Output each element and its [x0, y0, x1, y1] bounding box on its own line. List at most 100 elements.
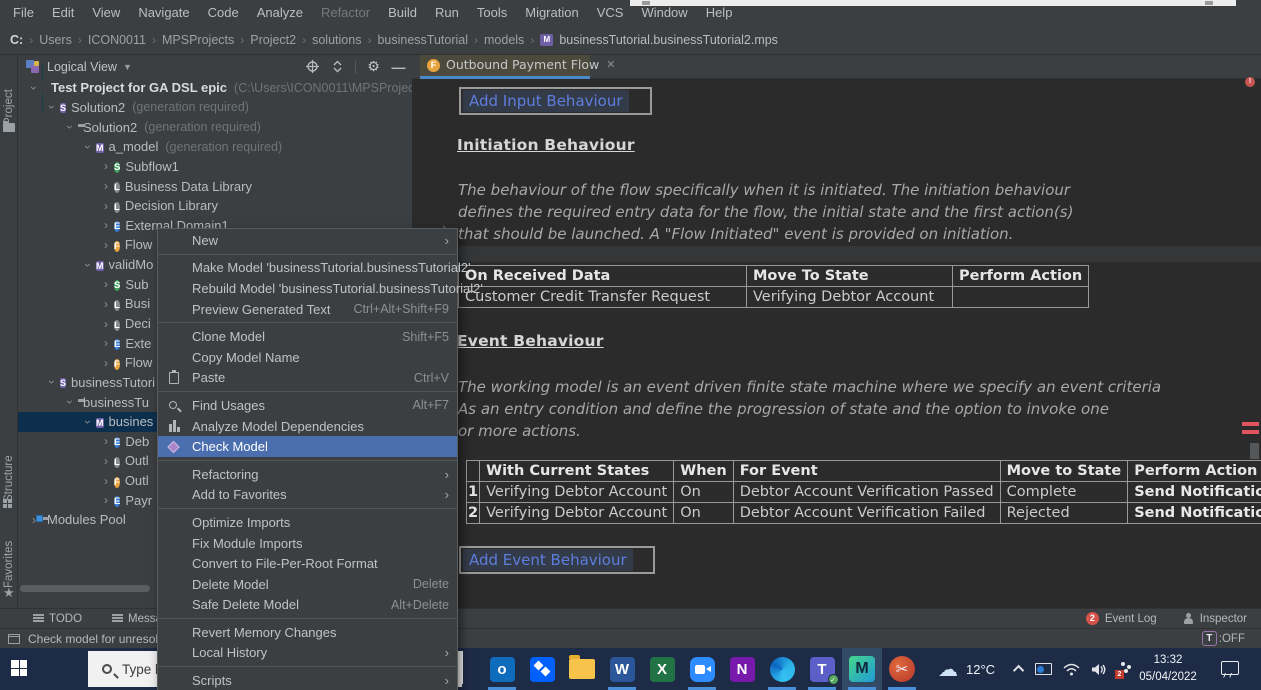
taskbar-app-outlook[interactable]: o [482, 648, 522, 690]
table-cell[interactable]: Debtor Account Verification Passed [733, 482, 1000, 503]
menu-item-safe-delete-model[interactable]: Safe Delete ModelAlt+Delete [158, 595, 457, 616]
volume-icon[interactable] [1091, 663, 1106, 676]
table-cell[interactable]: Verifying Debtor Account [480, 482, 674, 503]
tree-item-test-project-for-ga-dsl-epic[interactable]: ›Test Project for GA DSL epic(C:\Users\I… [18, 78, 412, 98]
menu-item-make-model-businesstutorial-businesstutorial2[interactable]: Make Model 'businessTutorial.businessTut… [158, 258, 457, 279]
tree-expanded-chevron-icon[interactable]: › [63, 121, 77, 133]
menu-item-scripts[interactable]: Scripts› [158, 670, 457, 690]
taskbar-app-snip[interactable]: ✂ [882, 648, 922, 690]
breadcrumb-item-c[interactable]: C: [8, 33, 25, 47]
start-button[interactable] [11, 660, 28, 677]
close-icon[interactable]: ✕ [606, 58, 615, 71]
taskbar-app-explorer[interactable] [562, 648, 602, 690]
table-cell[interactable]: Rejected [1000, 503, 1128, 524]
menubar-item-code[interactable]: Code [199, 2, 248, 23]
tree-collapsed-chevron-icon[interactable]: › [100, 434, 112, 448]
typing-assist-indicator[interactable]: T :OFF [1202, 631, 1245, 646]
breadcrumb-item-businesstutorial[interactable]: businessTutorial [375, 33, 470, 47]
stripe-favorites-tab[interactable]: Favorites [3, 526, 15, 588]
tree-item-a-model[interactable]: ›Ma_model(generation required) [18, 137, 412, 157]
breadcrumb-item-project2[interactable]: Project2 [248, 33, 298, 47]
menu-item-clone-model[interactable]: Clone ModelShift+F5 [158, 326, 457, 347]
tree-collapsed-chevron-icon[interactable]: › [100, 277, 112, 291]
tree-collapsed-chevron-icon[interactable]: › [100, 356, 112, 370]
taskbar-app-mps[interactable]: M [842, 648, 882, 690]
locate-icon[interactable] [305, 59, 320, 74]
tree-collapsed-chevron-icon[interactable]: › [100, 493, 112, 507]
panel-settings-icon[interactable]: ⚙ [366, 59, 381, 74]
stripe-project-tab[interactable]: Project [3, 73, 15, 125]
taskbar-app-excel[interactable]: X [642, 648, 682, 690]
table-header-cell[interactable]: For Event [733, 461, 1000, 482]
menu-item-copy-model-name[interactable]: Copy Model Name [158, 347, 457, 368]
todo-tab[interactable]: TODO [33, 613, 82, 625]
add-input-behaviour-button[interactable]: Add Input Behaviour [459, 87, 652, 115]
menu-item-fix-module-imports[interactable]: Fix Module Imports [158, 533, 457, 554]
menu-item-optimize-imports[interactable]: Optimize Imports [158, 512, 457, 533]
menu-item-check-model[interactable]: Check Model [158, 436, 457, 457]
menu-item-delete-model[interactable]: Delete ModelDelete [158, 574, 457, 595]
weather-widget[interactable]: ☁ 12°C [938, 648, 995, 690]
horizontal-scrollbar[interactable] [20, 585, 150, 592]
tab-outbound-payment-flow[interactable]: F Outbound Payment Flow ✕ [420, 55, 590, 79]
menubar-item-vcs[interactable]: VCS [588, 2, 633, 23]
menubar-item-migration[interactable]: Migration [516, 2, 587, 23]
stripe-structure-tab[interactable]: Structure [3, 436, 15, 502]
menubar-item-run[interactable]: Run [426, 2, 468, 23]
tree-collapsed-chevron-icon[interactable]: › [100, 218, 112, 232]
table-cell[interactable]: On [674, 503, 733, 524]
table-cell[interactable]: 2 [467, 503, 480, 524]
tree-expanded-chevron-icon[interactable]: › [27, 82, 41, 94]
table-cell[interactable]: 1 [467, 482, 480, 503]
clock[interactable]: 13:32 05/04/2022 [1126, 652, 1210, 685]
tree-collapsed-chevron-icon[interactable]: › [100, 199, 112, 213]
table-header-cell[interactable]: When [674, 461, 733, 482]
table-cell[interactable]: Debtor Account Verification Failed [733, 503, 1000, 524]
tree-collapsed-chevron-icon[interactable]: › [100, 336, 112, 350]
table-cell[interactable]: Verifying Debtor Account [747, 287, 953, 308]
breadcrumb-file[interactable]: businessTutorial.businessTutorial2.mps [557, 33, 780, 47]
taskbar-app-edge[interactable] [762, 648, 802, 690]
tree-collapsed-chevron-icon[interactable]: › [100, 238, 112, 252]
taskbar-app-zoom[interactable] [682, 648, 722, 690]
menu-item-refactoring[interactable]: Refactoring› [158, 464, 457, 485]
editor-scrollbar-thumb[interactable] [1250, 443, 1259, 459]
hide-panel-icon[interactable]: — [391, 59, 406, 74]
error-stripe-mark[interactable] [1242, 430, 1259, 434]
status-window-icon[interactable] [8, 634, 20, 644]
breadcrumb-item-mpsprojects[interactable]: MPSProjects [160, 33, 236, 47]
wifi-icon[interactable] [1063, 663, 1080, 676]
table-header-cell[interactable]: Perform Action [1128, 461, 1261, 482]
tree-expanded-chevron-icon[interactable]: › [63, 396, 77, 408]
tree-item-decision-library[interactable]: ›LDecision Library [18, 196, 412, 216]
breadcrumb-item-solutions[interactable]: solutions [310, 33, 363, 47]
menu-item-find-usages[interactable]: Find UsagesAlt+F7 [158, 395, 457, 416]
collapse-all-icon[interactable] [330, 59, 345, 74]
tree-expanded-chevron-icon[interactable]: › [81, 259, 95, 271]
tree-collapsed-chevron-icon[interactable]: › [100, 474, 112, 488]
tree-expanded-chevron-icon[interactable]: › [81, 141, 95, 153]
table-cell[interactable]: Complete [1000, 482, 1128, 503]
breadcrumb-item-users[interactable]: Users [37, 33, 74, 47]
tree-item-solution2[interactable]: ›Solution2(generation required) [18, 117, 412, 137]
menu-item-add-to-favorites[interactable]: Add to Favorites› [158, 485, 457, 506]
tree-collapsed-chevron-icon[interactable]: › [100, 317, 112, 331]
tree-expanded-chevron-icon[interactable]: › [45, 101, 59, 113]
menu-item-analyze-model-dependencies[interactable]: Analyze Model Dependencies [158, 416, 457, 437]
menu-item-revert-memory-changes[interactable]: Revert Memory Changes [158, 622, 457, 643]
tree-collapsed-chevron-icon[interactable]: › [100, 297, 112, 311]
table-cell[interactable]: Send Notification [1128, 482, 1261, 503]
event-log-tab[interactable]: 2 Event Log [1086, 612, 1157, 625]
error-indicator-icon[interactable]: ! [1245, 77, 1255, 87]
tray-expand-icon[interactable] [1013, 665, 1024, 676]
tree-item-business-data-library[interactable]: ›LBusiness Data Library [18, 176, 412, 196]
menubar-item-view[interactable]: View [83, 2, 129, 23]
menubar-item-file[interactable]: File [4, 2, 43, 23]
menubar-item-navigate[interactable]: Navigate [129, 2, 198, 23]
tree-expanded-chevron-icon[interactable]: › [81, 416, 95, 428]
tree-expanded-chevron-icon[interactable]: › [45, 376, 59, 388]
menu-item-preview-generated-text[interactable]: Preview Generated TextCtrl+Alt+Shift+F9 [158, 299, 457, 320]
add-event-behaviour-button[interactable]: Add Event Behaviour [459, 546, 655, 574]
menu-item-paste[interactable]: PasteCtrl+V [158, 368, 457, 389]
cast-icon[interactable] [1035, 663, 1052, 675]
